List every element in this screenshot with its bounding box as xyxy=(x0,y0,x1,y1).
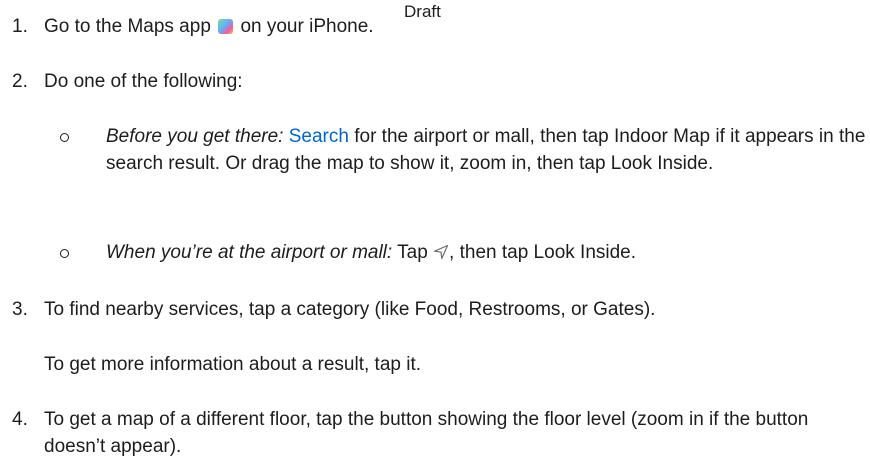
sub-option-after-icon: , then tap Look Inside. xyxy=(449,242,637,263)
maps-app-icon xyxy=(218,19,234,34)
search-link[interactable]: Search xyxy=(289,126,349,147)
sub-option-lead: When you’re at the airport or mall: xyxy=(106,242,393,263)
sub-option-text: When you’re at the airport or mall: Tap … xyxy=(106,239,866,266)
step-text-after: on your iPhone. xyxy=(240,16,374,37)
step-number: 2. xyxy=(12,71,28,92)
step-text: To get a map of a different floor, tap t… xyxy=(44,409,809,457)
sub-option-text: Before you get there: Search for the air… xyxy=(106,123,866,177)
step-number: 3. xyxy=(12,299,28,320)
hollow-bullet-icon xyxy=(60,133,69,142)
step-text: Go to the Maps app on your iPhone. xyxy=(44,13,844,40)
sub-option-lead: Before you get there: xyxy=(106,126,284,147)
step-number: 1. xyxy=(12,16,28,37)
step-number: 4. xyxy=(12,409,28,430)
step-extra-paragraph: To get more information about a result, … xyxy=(44,354,422,375)
step-text: To find nearby services, tap a category … xyxy=(44,299,656,320)
step-text: Do one of the following: xyxy=(44,71,243,92)
location-arrow-icon xyxy=(433,244,449,260)
step-text-before: Go to the Maps app xyxy=(44,16,211,37)
hollow-bullet-icon xyxy=(60,249,69,258)
sub-option-before-icon: Tap xyxy=(397,242,428,263)
